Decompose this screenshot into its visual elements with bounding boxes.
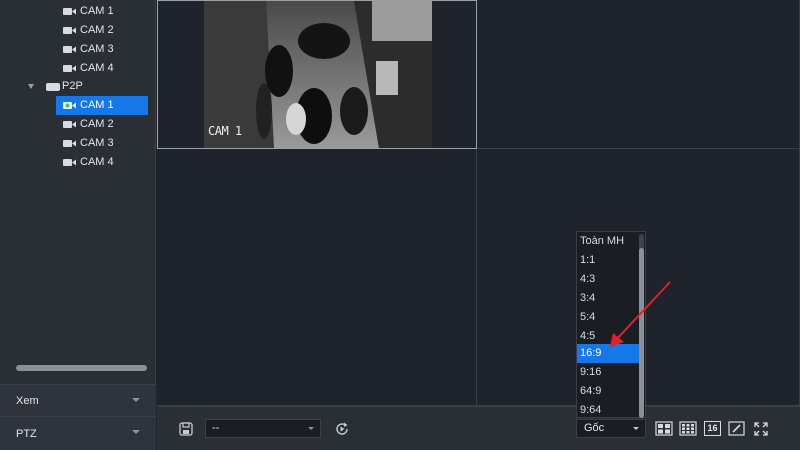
tree-item-cam4-group1[interactable]: CAM 4 bbox=[56, 59, 148, 78]
tree-item-label: CAM 2 bbox=[80, 118, 114, 130]
bottom-toolbar: -- Gốc 16 bbox=[157, 406, 800, 450]
dropdown-scrollbar-thumb[interactable] bbox=[639, 248, 644, 418]
camera-feed: CAM 1 bbox=[204, 1, 432, 148]
video-cell-2[interactable] bbox=[477, 0, 800, 149]
ratio-option-3-4[interactable]: 3:4 bbox=[577, 289, 640, 308]
tree-item-label: CAM 2 bbox=[80, 24, 114, 36]
camera-icon bbox=[63, 120, 77, 129]
camera-icon bbox=[63, 139, 77, 148]
tree-item-cam3-group1[interactable]: CAM 3 bbox=[56, 40, 148, 59]
camera-icon bbox=[63, 7, 77, 16]
ratio-option-64-9[interactable]: 64:9 bbox=[577, 382, 640, 401]
tree-item-cam2-p2p[interactable]: CAM 2 bbox=[56, 115, 148, 134]
chevron-down-icon bbox=[132, 398, 140, 402]
tree-item-label: CAM 4 bbox=[80, 62, 114, 74]
chevron-down-icon bbox=[308, 427, 314, 430]
device-icon bbox=[46, 82, 60, 91]
ratio-option-fullscreen[interactable]: Toàn MH bbox=[577, 232, 640, 251]
ratio-option-4-3[interactable]: 4:3 bbox=[577, 270, 640, 289]
tree-item-label: CAM 1 bbox=[80, 99, 114, 111]
tree-item-cam2-group1[interactable]: CAM 2 bbox=[56, 21, 148, 40]
stream-select-value: -- bbox=[212, 422, 220, 434]
video-grid: CAM 1 bbox=[157, 0, 800, 406]
ratio-option-16-9[interactable]: 16:9 bbox=[577, 344, 640, 363]
sidebar: CAM 1 CAM 2 CAM 3 CAM 4 P2P CAM 1 CAM 2 … bbox=[0, 0, 156, 450]
video-cell-3[interactable] bbox=[157, 149, 477, 406]
camera-icon bbox=[63, 26, 77, 35]
ratio-option-9-64[interactable]: 9:64 bbox=[577, 401, 640, 420]
app-window: CAM 1 CAM 2 CAM 3 CAM 4 P2P CAM 1 CAM 2 … bbox=[0, 0, 800, 450]
ratio-option-5-4[interactable]: 5:4 bbox=[577, 308, 640, 327]
grid-16-button[interactable]: 16 bbox=[704, 421, 721, 436]
tree-item-cam1-p2p[interactable]: CAM 1 bbox=[56, 96, 148, 115]
aspect-ratio-value: Gốc bbox=[584, 422, 605, 434]
save-icon[interactable] bbox=[178, 421, 194, 437]
tree-item-label: CAM 1 bbox=[80, 5, 114, 17]
camera-icon bbox=[63, 45, 77, 54]
panel-view-label: Xem bbox=[16, 394, 39, 407]
tree-horizontal-scrollbar[interactable] bbox=[16, 365, 147, 371]
chevron-down-icon bbox=[633, 427, 639, 430]
panel-ptz[interactable]: PTZ bbox=[0, 416, 156, 450]
grid-9-icon[interactable] bbox=[679, 421, 697, 437]
panel-view[interactable]: Xem bbox=[0, 384, 156, 416]
tree-item-cam4-p2p[interactable]: CAM 4 bbox=[56, 153, 148, 172]
tree-item-cam1-group1[interactable]: CAM 1 bbox=[56, 2, 148, 21]
tree-item-label: CAM 4 bbox=[80, 156, 114, 168]
tree-group-label: P2P bbox=[62, 80, 83, 92]
tree-item-label: CAM 3 bbox=[80, 137, 114, 149]
tree-group-p2p[interactable]: P2P bbox=[28, 77, 83, 96]
pencil-icon[interactable] bbox=[728, 421, 745, 437]
tree-item-label: CAM 3 bbox=[80, 43, 114, 55]
device-tree: CAM 1 CAM 2 CAM 3 CAM 4 P2P CAM 1 CAM 2 … bbox=[0, 0, 156, 360]
aspect-ratio-dropdown: Toàn MH 1:1 4:3 3:4 5:4 4:5 16:9 9:16 64… bbox=[576, 231, 646, 418]
grid-4-icon[interactable] bbox=[655, 421, 673, 437]
chevron-down-icon[interactable] bbox=[28, 84, 34, 89]
ratio-option-9-16[interactable]: 9:16 bbox=[577, 363, 640, 382]
aspect-ratio-select[interactable]: Gốc bbox=[576, 419, 646, 438]
camera-overlay-label: CAM 1 bbox=[208, 124, 242, 138]
camera-icon bbox=[63, 101, 77, 110]
video-cell-1[interactable]: CAM 1 bbox=[157, 0, 477, 149]
camera-icon bbox=[63, 64, 77, 73]
chevron-down-icon bbox=[132, 430, 140, 434]
tree-item-cam3-p2p[interactable]: CAM 3 bbox=[56, 134, 148, 153]
refresh-icon[interactable] bbox=[334, 421, 350, 437]
stream-select[interactable]: -- bbox=[205, 419, 321, 438]
panel-ptz-label: PTZ bbox=[16, 427, 37, 440]
ratio-option-1-1[interactable]: 1:1 bbox=[577, 251, 640, 270]
camera-icon bbox=[63, 158, 77, 167]
fullscreen-icon[interactable] bbox=[753, 421, 769, 437]
